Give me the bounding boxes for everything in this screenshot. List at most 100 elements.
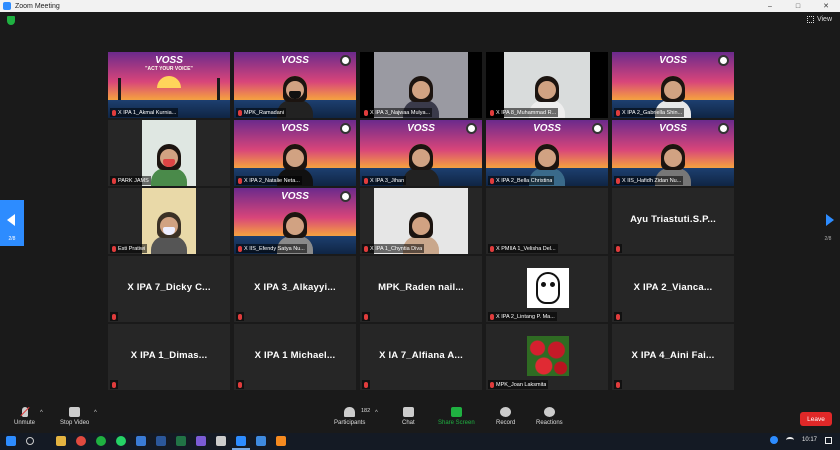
participants-options-caret-icon[interactable]: ^: [375, 410, 378, 416]
muted-mic-icon: [616, 245, 620, 252]
audio-options-caret-icon[interactable]: ^: [40, 410, 43, 416]
participant-name: Esti Pratiwi: [118, 245, 146, 252]
voss-banner-title: VOSS: [281, 123, 309, 134]
muted-mic-icon: [490, 177, 494, 184]
line-app-icon[interactable]: [96, 436, 106, 446]
video-tile[interactable]: X IA 7_Alfiana A...: [360, 324, 482, 390]
reactions-label: Reactions: [536, 420, 563, 426]
video-tile[interactable]: MPK_Raden nail...: [360, 256, 482, 322]
minimize-button[interactable]: –: [756, 0, 784, 12]
share-screen-label: Share Screen: [438, 420, 475, 426]
video-tile[interactable]: X IPA 4_Aini Fai...: [612, 324, 734, 390]
stop-video-button[interactable]: Stop Video: [60, 407, 89, 426]
video-tile[interactable]: Ayu Triastuti.S.P...: [612, 188, 734, 254]
previous-page-button[interactable]: 2/8: [0, 200, 24, 246]
view-button[interactable]: View: [806, 16, 832, 23]
share-screen-button[interactable]: Share Screen: [438, 407, 475, 426]
video-tile[interactable]: VOSS X IPA 2_Bella Christina: [486, 120, 608, 186]
video-tile[interactable]: VOSS "ACT YOUR VOICE" X IPA 1_Akmal Kurn…: [108, 52, 230, 118]
record-button[interactable]: Record: [496, 407, 515, 426]
participant-name: X IIS_Efendy Satya Nu...: [244, 245, 305, 252]
participant-name: X IPA 2_Gabriella Shin...: [622, 109, 683, 116]
video-tile[interactable]: VOSS X IPA 2_Natalie Neta...: [234, 120, 356, 186]
windows-start-icon[interactable]: [6, 436, 16, 446]
voss-banner-title: VOSS: [155, 55, 183, 66]
app-icon[interactable]: [136, 436, 146, 446]
chat-bubble-icon: [402, 407, 414, 417]
clock-time[interactable]: 10:17: [802, 437, 817, 443]
system-tray: 10:17: [769, 436, 832, 444]
muted-mic-icon: [112, 109, 116, 116]
muted-mic-icon: [238, 381, 242, 388]
video-options-caret-icon[interactable]: ^: [94, 410, 97, 416]
participant-display-name: X IPA 2_Vianca...: [633, 282, 713, 293]
file-explorer-icon[interactable]: [56, 436, 66, 446]
muted-mic-icon: [238, 245, 242, 252]
unmute-label: Unmute: [14, 420, 36, 426]
video-tile[interactable]: X IPA 3_Alkayyi...: [234, 256, 356, 322]
video-tile[interactable]: X IPA 1 Michael...: [234, 324, 356, 390]
video-tile[interactable]: Esti Pratiwi: [108, 188, 230, 254]
close-button[interactable]: ✕: [812, 0, 840, 12]
powerpoint-icon[interactable]: [276, 436, 286, 446]
security-shield-icon[interactable]: [7, 16, 15, 25]
video-tile[interactable]: VOSS X IPA 3_Jihan: [360, 120, 482, 186]
video-tile[interactable]: PARK JAMS: [108, 120, 230, 186]
participant-display-name: Ayu Triastuti.S.P...: [630, 214, 716, 225]
muted-mic-icon: [616, 177, 620, 184]
video-tile[interactable]: X IPA 2_Vianca...: [612, 256, 734, 322]
window-title: Zoom Meeting: [15, 2, 60, 10]
chrome-icon[interactable]: [76, 436, 86, 446]
participant-display-name: X IPA 7_Dicky C...: [127, 282, 211, 293]
video-tile[interactable]: VOSS X IIS_Hafidh Zidan Nu...: [612, 120, 734, 186]
app-icon[interactable]: [196, 436, 206, 446]
search-icon[interactable]: [26, 437, 34, 445]
video-tile[interactable]: X IPA 1_Dimas...: [108, 324, 230, 390]
video-tile[interactable]: X IPA 2_Lintang P. Ma...: [486, 256, 608, 322]
chevron-right-icon: [826, 214, 834, 226]
muted-mic-icon: [238, 313, 242, 320]
video-tile[interactable]: VOSS MPK_Ramadani: [234, 52, 356, 118]
participant-label: X IPA 3_Jihan: [362, 176, 407, 185]
whatsapp-icon[interactable]: [116, 436, 126, 446]
grid-view-icon: [806, 16, 814, 23]
video-tile[interactable]: MPK_Joan Laksmita: [486, 324, 608, 390]
muted-mic-icon: [112, 177, 116, 184]
maximize-button[interactable]: □: [784, 0, 812, 12]
app-icon[interactable]: [256, 436, 266, 446]
reactions-button[interactable]: Reactions: [536, 407, 563, 426]
video-tile[interactable]: X IPA 8_Muhammad R...: [486, 52, 608, 118]
app-icon[interactable]: [216, 436, 226, 446]
muted-mic-icon: [364, 313, 368, 320]
muted-mic-icon: [364, 381, 368, 388]
unmute-button[interactable]: Unmute: [14, 407, 35, 426]
next-page-button[interactable]: 2/8: [816, 200, 840, 246]
page-indicator-right: 2/8: [824, 236, 832, 242]
video-tile[interactable]: VOSS X IPA 2_Gabriella Shin...: [612, 52, 734, 118]
profile-picture-cartoon: [527, 268, 569, 308]
zoom-taskbar-icon[interactable]: [236, 436, 246, 446]
leave-button[interactable]: Leave: [800, 412, 832, 426]
wifi-icon[interactable]: [785, 437, 794, 443]
help-icon[interactable]: [769, 436, 778, 444]
notification-icon[interactable]: [825, 436, 832, 444]
participant-label: [614, 244, 622, 253]
video-tile[interactable]: X IPA 7_Dicky C...: [108, 256, 230, 322]
chat-button[interactable]: Chat: [402, 407, 415, 426]
participant-name: X IPA 2_Natalie Neta...: [244, 177, 300, 184]
muted-mic-icon: [490, 245, 494, 252]
participant-name: X IPA 1_Akmal Kurnia...: [118, 109, 177, 116]
excel-icon[interactable]: [176, 436, 186, 446]
participant-label: X IPA 3_Najwaa Mulya...: [362, 108, 433, 117]
muted-mic-icon: [616, 109, 620, 116]
video-tile[interactable]: X IPA 1_Chyntia Diva: [360, 188, 482, 254]
chevron-left-icon: [7, 214, 15, 226]
muted-mic-icon: [238, 177, 242, 184]
participant-label: X IPA 2_Lintang P. Ma...: [488, 312, 557, 321]
participant-display-name: X IPA 3_Alkayyi...: [254, 282, 336, 293]
video-tile[interactable]: VOSS X IIS_Efendy Satya Nu...: [234, 188, 356, 254]
participant-display-name: X IA 7_Alfiana A...: [379, 350, 463, 361]
word-icon[interactable]: [156, 436, 166, 446]
video-tile[interactable]: X IPA 3_Najwaa Mulya...: [360, 52, 482, 118]
video-tile[interactable]: X PMIIA 1_Velisha Del...: [486, 188, 608, 254]
